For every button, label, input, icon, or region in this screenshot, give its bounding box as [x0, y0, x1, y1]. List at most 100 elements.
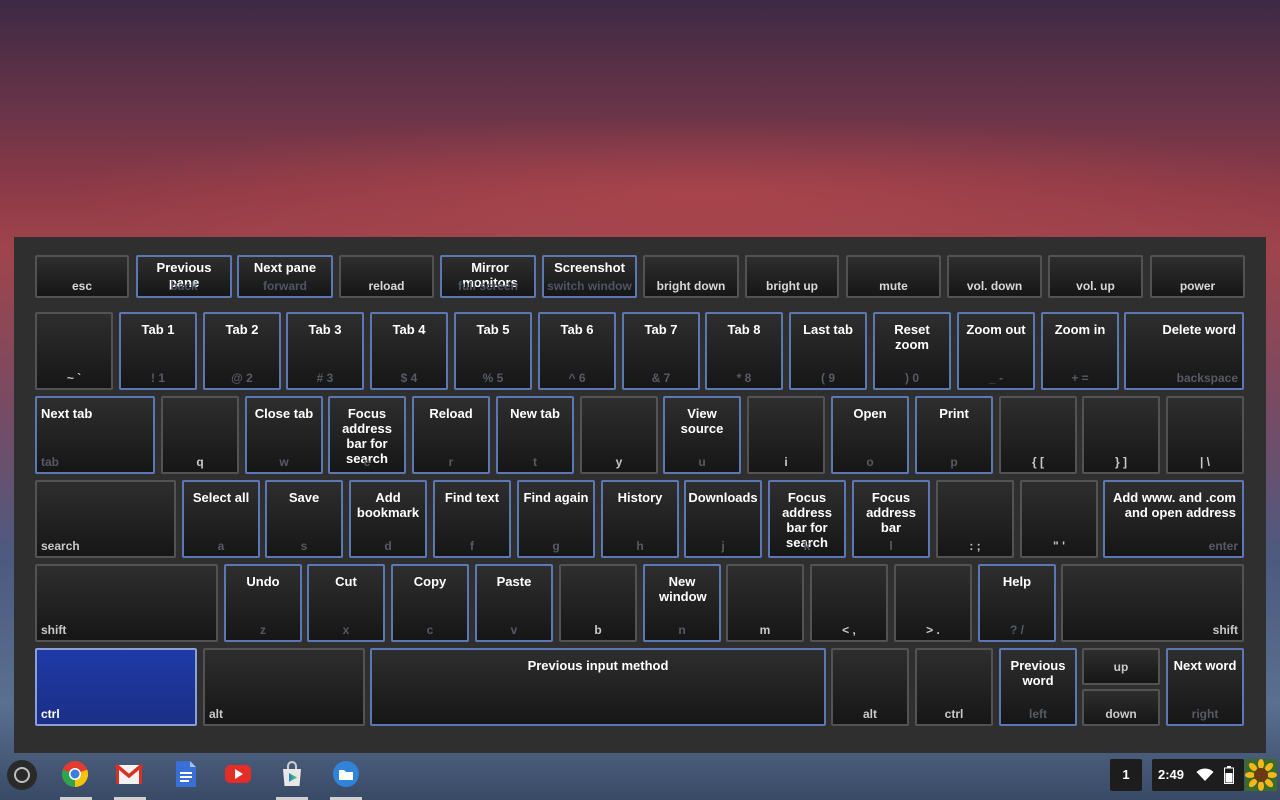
key-c[interactable]: Copy c [391, 564, 469, 642]
key-right-shift[interactable]: shift [1061, 564, 1244, 642]
key-comma[interactable]: < , [810, 564, 888, 642]
key-n[interactable]: New window n [643, 564, 721, 642]
key-u[interactable]: View source u [663, 396, 741, 474]
chrome-icon[interactable] [61, 760, 89, 788]
gmail-icon[interactable] [115, 760, 143, 788]
key-z[interactable]: Undo z [224, 564, 302, 642]
key-switch-window[interactable]: Screenshot switch window [542, 255, 637, 298]
key-right-ctrl[interactable]: ctrl [915, 648, 993, 726]
key-bright-up[interactable]: bright up [745, 255, 839, 298]
key-forward[interactable]: Next pane forward [237, 255, 333, 298]
key-backspace[interactable]: Delete word backspace [1124, 312, 1244, 390]
key-label: m [759, 623, 771, 637]
shortcut-label: Tab 4 [392, 322, 426, 337]
key-tab[interactable]: Next tab tab [35, 396, 155, 474]
notification-count: 1 [1122, 767, 1130, 782]
key-7[interactable]: Tab 7 & 7 [622, 312, 700, 390]
key-d[interactable]: Add bookmark d [349, 480, 427, 558]
key-right-alt[interactable]: alt [831, 648, 909, 726]
key-backslash[interactable]: | \ [1166, 396, 1244, 474]
key-right-arrow[interactable]: Next word right [1166, 648, 1244, 726]
key-esc[interactable]: esc [35, 255, 129, 298]
key-m[interactable]: m [726, 564, 804, 642]
key-left-shift[interactable]: shift [35, 564, 218, 642]
key-left-bracket[interactable]: { [ [999, 396, 1077, 474]
key-left-ctrl[interactable]: ctrl [35, 648, 197, 726]
key-h[interactable]: History h [601, 480, 679, 558]
key-2[interactable]: Tab 2 @ 2 [203, 312, 281, 390]
key-right-bracket[interactable]: } ] [1082, 396, 1160, 474]
key-reload[interactable]: reload [339, 255, 434, 298]
key-x[interactable]: Cut x [307, 564, 385, 642]
key-6[interactable]: Tab 6 ^ 6 [538, 312, 616, 390]
key-label: k [803, 539, 811, 553]
shortcut-label: Previous input method [527, 658, 669, 673]
key-slash[interactable]: Help ? / [978, 564, 1056, 642]
key-label: o [866, 455, 874, 469]
key-l[interactable]: Focus address bar l [852, 480, 930, 558]
key-label: mute [879, 279, 908, 293]
status-tray[interactable]: 2:49 [1152, 759, 1244, 791]
key-i[interactable]: i [747, 396, 825, 474]
key-4[interactable]: Tab 4 $ 4 [370, 312, 448, 390]
key-enter[interactable]: Add www. and .com and open address enter [1103, 480, 1244, 558]
key-1[interactable]: Tab 1 ! 1 [119, 312, 197, 390]
shortcut-label: Close tab [254, 406, 314, 421]
key-j[interactable]: Downloads j [684, 480, 762, 558]
key-a[interactable]: Select all a [182, 480, 260, 558]
key-vol-down[interactable]: vol. down [947, 255, 1042, 298]
key-quote[interactable]: " ' [1020, 480, 1098, 558]
key-g[interactable]: Find again g [517, 480, 595, 558]
key-s[interactable]: Save s [265, 480, 343, 558]
key-b[interactable]: b [559, 564, 637, 642]
key-period[interactable]: > . [894, 564, 972, 642]
key-8[interactable]: Tab 8 * 8 [705, 312, 783, 390]
key-label: : ; [969, 539, 981, 553]
key-r[interactable]: Reload r [412, 396, 490, 474]
key-label: r [448, 455, 454, 469]
key-9[interactable]: Last tab ( 9 [789, 312, 867, 390]
docs-icon[interactable] [172, 760, 200, 788]
key-tilde[interactable]: ~ ` [35, 312, 113, 390]
key-y[interactable]: y [580, 396, 658, 474]
key-up-arrow[interactable]: up [1082, 648, 1160, 685]
key-mute[interactable]: mute [846, 255, 941, 298]
key-p[interactable]: Print p [915, 396, 993, 474]
files-icon[interactable] [332, 760, 360, 788]
notification-badge[interactable]: 1 [1110, 759, 1142, 791]
key-q[interactable]: q [161, 396, 239, 474]
key-minus[interactable]: Zoom out _ - [957, 312, 1035, 390]
key-k[interactable]: Focus address bar for search k [768, 480, 846, 558]
key-left-arrow[interactable]: Previous word left [999, 648, 1077, 726]
key-o[interactable]: Open o [831, 396, 909, 474]
key-label: ~ ` [66, 371, 82, 385]
key-vol-up[interactable]: vol. up [1048, 255, 1143, 298]
key-label: @ 2 [231, 371, 253, 385]
key-e[interactable]: Focus address bar for search e [328, 396, 406, 474]
key-label: > . [926, 623, 940, 637]
key-v[interactable]: Paste v [475, 564, 553, 642]
key-f[interactable]: Find text f [433, 480, 511, 558]
avatar[interactable] [1245, 759, 1277, 791]
key-label: back [170, 279, 198, 293]
key-t[interactable]: New tab t [496, 396, 574, 474]
key-semicolon[interactable]: : ; [936, 480, 1014, 558]
key-3[interactable]: Tab 3 # 3 [286, 312, 364, 390]
key-w[interactable]: Close tab w [245, 396, 323, 474]
key-label: i [784, 455, 788, 469]
key-space[interactable]: Previous input method [370, 648, 826, 726]
key-label: q [196, 455, 204, 469]
key-bright-down[interactable]: bright down [643, 255, 739, 298]
key-power[interactable]: power [1150, 255, 1245, 298]
key-down-arrow[interactable]: down [1082, 689, 1160, 726]
key-5[interactable]: Tab 5 % 5 [454, 312, 532, 390]
key-back[interactable]: Previous pane back [136, 255, 232, 298]
key-label: shift [41, 623, 67, 637]
key-full-screen[interactable]: Mirror monitors full screen [440, 255, 536, 298]
key-equals[interactable]: Zoom in + = [1041, 312, 1119, 390]
youtube-icon[interactable] [224, 760, 252, 788]
key-search[interactable]: search [35, 480, 176, 558]
key-left-alt[interactable]: alt [203, 648, 365, 726]
key-0[interactable]: Reset zoom ) 0 [873, 312, 951, 390]
play-store-icon[interactable] [278, 760, 306, 788]
